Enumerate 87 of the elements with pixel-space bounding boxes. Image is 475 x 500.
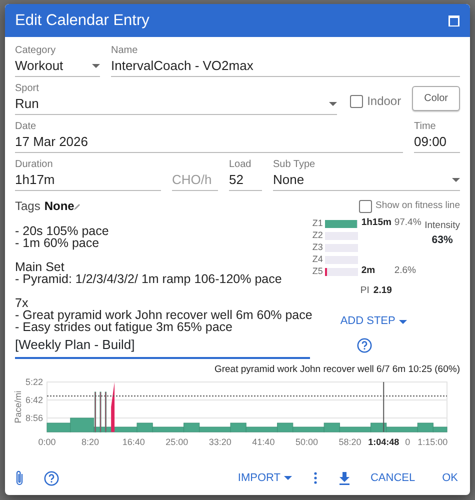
- field-label: Name: [111, 45, 139, 57]
- description-line: 7x: [15, 297, 30, 309]
- load-field[interactable]: Load 52: [229, 159, 262, 191]
- caret-icon: [284, 476, 292, 480]
- time-field[interactable]: Time 09:00: [414, 121, 460, 153]
- pi-label: PI: [360, 284, 370, 298]
- more-icon[interactable]: [314, 472, 318, 484]
- field-value: 1h17m: [15, 171, 55, 188]
- indoor-checkbox[interactable]: [350, 94, 364, 108]
- date-field[interactable]: Date 17 Mar 2026: [15, 121, 403, 153]
- import-button[interactable]: IMPORT: [238, 470, 292, 486]
- subtype-select[interactable]: Sub Type None: [273, 159, 460, 191]
- intensity-value: 63%: [432, 233, 453, 248]
- help-icon[interactable]: [44, 470, 59, 486]
- checkbox-label: Show on fitness line: [376, 198, 460, 213]
- help-icon[interactable]: [357, 338, 372, 354]
- cursor-label: 1:04:48: [368, 436, 400, 447]
- checkbox-label: Indoor: [367, 93, 402, 110]
- field-label: Duration: [15, 159, 54, 171]
- tags-label: Tags: [15, 198, 40, 215]
- add-step-button[interactable]: ADD STEP: [340, 313, 460, 330]
- x-tick-label: 41:40: [252, 436, 275, 447]
- color-button[interactable]: Color: [412, 86, 460, 111]
- x-tick-label: 0:00: [38, 436, 56, 447]
- field-value: 52: [229, 171, 244, 188]
- x-tick-label: 50:00: [295, 436, 318, 447]
- category-select[interactable]: Category Workout: [15, 45, 100, 77]
- x-tick-label: 16:40: [122, 436, 145, 447]
- duration-field[interactable]: Duration 1h17m: [15, 159, 161, 191]
- description-line: - Great pyramid work John recover well 6m 60% pace: [15, 309, 312, 321]
- field-value: Workout: [15, 57, 64, 74]
- x-tick-label: 58:20: [338, 436, 362, 447]
- description-line: - 20s 105% pace: [15, 225, 110, 237]
- plan-field[interactable]: [Weekly Plan - Build]: [15, 333, 310, 358]
- zone-label: Z1: [312, 216, 322, 230]
- description-line: Main Set: [15, 261, 66, 273]
- x-tick-label: 1:15:00: [418, 436, 448, 447]
- zone-label: Z4: [312, 252, 322, 266]
- zone-label: Z5: [312, 264, 322, 278]
- y-tick-label: 5:22: [25, 376, 43, 387]
- axis-title: Pace/mi: [13, 390, 23, 423]
- caret-icon: [329, 102, 338, 106]
- field-value: Run: [15, 95, 39, 112]
- download-icon[interactable]: [339, 472, 350, 484]
- field-value: 09:00: [414, 133, 447, 150]
- cursor-line[interactable]: [383, 381, 384, 432]
- field-value: 17 Mar 2026: [15, 133, 88, 150]
- sport-select[interactable]: Sport Run: [15, 83, 338, 115]
- x-tick-label: 25:00: [166, 436, 188, 447]
- description-line: - 1m 60% pace: [15, 237, 100, 249]
- caret-icon: [92, 64, 100, 68]
- ok-button[interactable]: OK: [442, 470, 458, 486]
- caret-icon: [399, 320, 408, 324]
- zone-label: Z3: [312, 240, 322, 254]
- x-tick-label: 0: [405, 436, 410, 447]
- field-label: Sub Type: [273, 159, 316, 171]
- description-line: - Pyramid: 1/2/3/4/3/2/ 1m ramp 106-120% pace: [15, 273, 283, 285]
- field-value: IntervalCoach - VO2max: [111, 57, 254, 74]
- pencil-icon[interactable]: [74, 202, 82, 210]
- field-label: Time: [414, 121, 437, 133]
- tags-value[interactable]: None: [44, 197, 74, 215]
- zone-time: 2m: [361, 264, 376, 278]
- zone-label: Z2: [312, 228, 322, 242]
- field-label: Sport: [15, 83, 40, 95]
- x-tick-label: 8:20: [82, 436, 100, 447]
- description-line: - Easy strides out fatigue 3m 65% pace: [15, 321, 234, 333]
- dialog-title: Edit Calendar Entry: [15, 10, 150, 31]
- field-label: Category: [15, 45, 57, 57]
- maximize-icon[interactable]: [448, 14, 460, 26]
- y-tick-label: 8:56: [25, 412, 43, 423]
- chart-caption: Great pyramid work John recover well 6/7 6m 10:25 (60%): [213, 362, 460, 376]
- caret-icon: [452, 178, 460, 182]
- fitness-line-checkbox[interactable]: [358, 200, 372, 212]
- zone-percent: 97.4%: [394, 216, 422, 230]
- y-tick-label: 6:42: [25, 394, 43, 405]
- intensity-label: Intensity: [424, 219, 460, 233]
- pi-value: 2.19: [373, 284, 392, 298]
- x-tick-label: 33:20: [208, 436, 232, 447]
- carbs-field[interactable]: CHO/h: [172, 171, 218, 188]
- cancel-button[interactable]: CANCEL: [370, 470, 416, 486]
- name-field[interactable]: Name IntervalCoach - VO2max: [111, 45, 460, 77]
- zone-percent: 2.6%: [394, 264, 416, 278]
- zone-time: 1h15m: [361, 216, 392, 230]
- attachment-icon[interactable]: [15, 470, 24, 486]
- field-label: Load: [229, 159, 252, 171]
- field-value: None: [273, 171, 304, 188]
- field-label: Date: [15, 121, 38, 133]
